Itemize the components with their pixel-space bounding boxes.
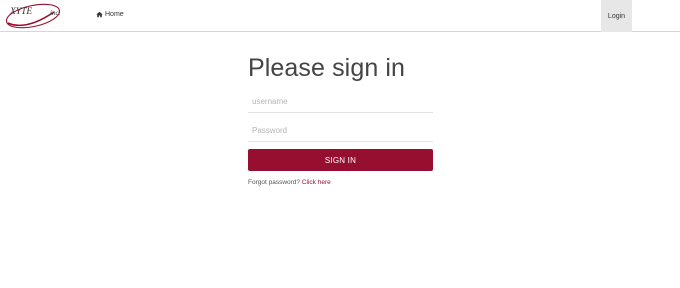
signin-form: Please sign in SIGN IN Forgot password? … — [248, 52, 433, 186]
nav-login-link[interactable]: Login — [601, 0, 632, 32]
company-logo[interactable]: XYTE inc. — [4, 1, 68, 31]
nav-login-label: Login — [607, 12, 626, 20]
signin-button[interactable]: SIGN IN — [248, 149, 433, 171]
home-icon — [96, 11, 103, 18]
svg-text:XYTE: XYTE — [9, 7, 32, 17]
password-input[interactable] — [248, 120, 433, 142]
nav-home-label: Home — [105, 11, 124, 18]
top-navbar: XYTE inc. Home Login — [0, 0, 680, 32]
forgot-password-row: Forgot password? Click here — [248, 179, 433, 186]
nav-home-link[interactable]: Home — [96, 11, 124, 18]
username-input[interactable] — [248, 91, 433, 113]
forgot-password-link[interactable]: Click here — [302, 179, 331, 186]
svg-text:inc.: inc. — [50, 9, 61, 17]
signin-title: Please sign in — [248, 54, 406, 82]
forgot-password-text: Forgot password? — [248, 179, 301, 186]
